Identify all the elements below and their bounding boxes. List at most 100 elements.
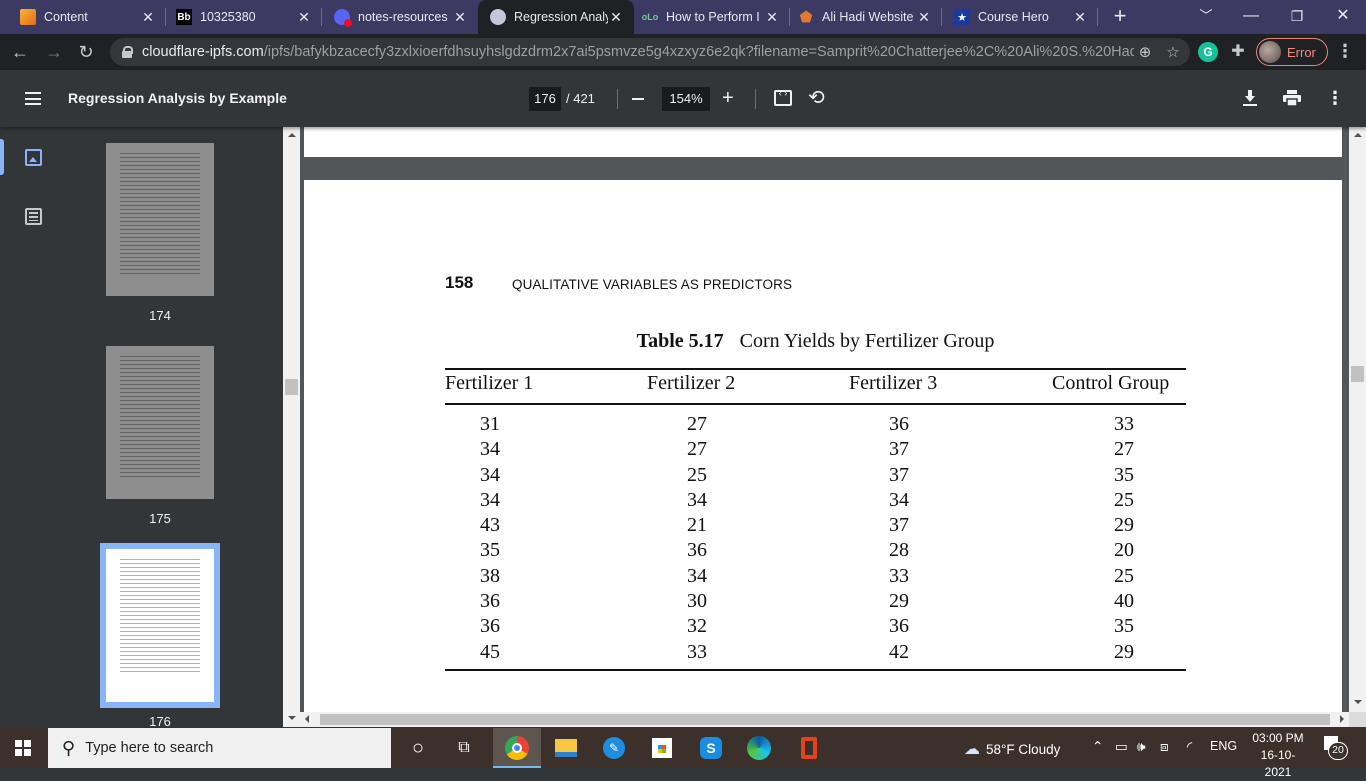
scrollbar-thumb[interactable] bbox=[1351, 366, 1364, 382]
tab-ali-hadi-website[interactable]: ⬟ Ali Hadi Website ✕ bbox=[790, 0, 942, 34]
task-view-icon[interactable]: ⧉ bbox=[450, 734, 478, 762]
close-window-button[interactable]: ✕ bbox=[1320, 0, 1366, 34]
page-thumbnail[interactable] bbox=[106, 143, 214, 296]
weather-text: 58°F Cloudy bbox=[986, 742, 1061, 757]
microsoft-store-icon[interactable] bbox=[648, 734, 676, 762]
profile-button[interactable]: Error bbox=[1256, 38, 1328, 66]
thumbnails-view-icon[interactable] bbox=[25, 149, 42, 166]
tab-regression-analysis[interactable]: Regression Analy ✕ bbox=[478, 0, 634, 34]
tab-course-hero[interactable]: ★ Course Hero ✕ bbox=[942, 0, 1098, 34]
skype-icon[interactable]: S bbox=[697, 734, 725, 762]
clock-time: 03:00 PM bbox=[1252, 731, 1304, 745]
minimize-button[interactable]: — bbox=[1228, 0, 1274, 34]
zoom-out-button[interactable] bbox=[632, 98, 644, 100]
discord-icon bbox=[334, 9, 352, 27]
tab-title: Course Hero bbox=[978, 10, 1049, 24]
scroll-up-arrow[interactable] bbox=[1354, 133, 1362, 137]
page-number-input[interactable]: 176 bbox=[529, 87, 561, 111]
scrollbar-thumb[interactable] bbox=[320, 714, 1330, 725]
pdf-page: 158 QUALITATIVE VARIABLES AS PREDICTORS … bbox=[304, 180, 1342, 712]
volume-icon[interactable]: 🕪 bbox=[1137, 739, 1146, 755]
table-bottom-rule bbox=[445, 669, 1186, 671]
zoom-in-button[interactable]: + bbox=[722, 86, 734, 110]
cortana-icon[interactable]: ○ bbox=[404, 734, 432, 762]
tab-title: notes-resources bbox=[358, 10, 448, 24]
reload-button[interactable]: ↻ bbox=[74, 40, 98, 64]
edge-icon[interactable] bbox=[745, 734, 773, 762]
document-outline-icon[interactable] bbox=[25, 208, 42, 225]
url-text[interactable]: cloudflare-ipfs.com/ipfs/bafykbzacecfy3z… bbox=[142, 44, 1134, 60]
chrome-icon[interactable] bbox=[503, 734, 531, 762]
column-header: Fertilizer 3 bbox=[849, 372, 938, 394]
viewer-horizontal-scrollbar[interactable] bbox=[300, 712, 1349, 727]
show-hidden-icons-icon[interactable]: ⌃ bbox=[1092, 739, 1103, 755]
fit-to-page-icon[interactable] bbox=[774, 88, 792, 106]
page-thumbnail[interactable] bbox=[106, 346, 214, 499]
active-indicator bbox=[0, 139, 4, 175]
tab-blackboard[interactable]: Bb 10325380 ✕ bbox=[166, 0, 322, 34]
rotate-icon[interactable]: ⟲ bbox=[808, 87, 825, 109]
scroll-down-arrow[interactable] bbox=[1354, 700, 1362, 704]
table-caption: Table 5.17 Corn Yields by Fertilizer Grou… bbox=[445, 330, 1186, 353]
more-actions-icon[interactable]: ⋮ bbox=[1326, 88, 1344, 108]
file-explorer-icon[interactable] bbox=[552, 734, 580, 762]
page-number: 158 bbox=[445, 273, 474, 292]
forward-button[interactable]: → bbox=[42, 40, 66, 64]
bookmark-star-icon[interactable]: ☆ bbox=[1162, 43, 1184, 61]
settings-wrench-icon[interactable]: ✎ bbox=[600, 734, 628, 762]
weather-widget[interactable]: ☁ 58°F Cloudy bbox=[964, 739, 1060, 759]
taskbar-search-box[interactable]: ⚲ Type here to search bbox=[48, 728, 391, 768]
zoom-icon[interactable]: ⊕ bbox=[1134, 43, 1156, 61]
meet-now-icon[interactable]: ⧈ bbox=[1160, 739, 1169, 755]
office-icon[interactable] bbox=[795, 734, 823, 762]
tab-content[interactable]: Content ✕ bbox=[0, 0, 166, 34]
battery-icon[interactable]: ▭ bbox=[1115, 739, 1128, 755]
new-tab-button[interactable]: + bbox=[1108, 4, 1132, 28]
wifi-icon[interactable]: ◜ bbox=[1187, 739, 1192, 755]
scroll-left-arrow[interactable] bbox=[305, 715, 309, 723]
action-center-icon[interactable]: 20 bbox=[1322, 736, 1348, 760]
zoom-level-input[interactable]: 154% bbox=[662, 87, 710, 111]
page-thumbnail-selected[interactable] bbox=[100, 543, 220, 708]
close-tab-icon[interactable]: ✕ bbox=[608, 9, 624, 26]
tab-strip: Content ✕ Bb 10325380 ✕ notes-resources … bbox=[0, 0, 1366, 34]
sidebar-scrollbar[interactable] bbox=[283, 127, 300, 727]
print-icon[interactable] bbox=[1283, 90, 1301, 106]
close-tab-icon[interactable]: ✕ bbox=[764, 9, 780, 26]
scroll-right-arrow[interactable] bbox=[1340, 715, 1344, 723]
scroll-up-arrow[interactable] bbox=[288, 133, 296, 137]
language-indicator[interactable]: ENG bbox=[1210, 739, 1237, 753]
thumbnail-label: 176 bbox=[149, 714, 171, 727]
star-badge-icon: ★ bbox=[954, 9, 970, 25]
brand-icon: oLo bbox=[641, 12, 659, 22]
tab-search-dropdown-icon[interactable]: ﹀ bbox=[1183, 0, 1229, 34]
viewer-vertical-scrollbar[interactable] bbox=[1349, 127, 1366, 712]
windows-start-icon[interactable] bbox=[15, 740, 31, 756]
thumbnail-label: 174 bbox=[149, 308, 171, 323]
tab-how-to-perform[interactable]: oLo How to Perform I ✕ bbox=[634, 0, 790, 34]
scrollbar-corner bbox=[1349, 712, 1366, 727]
close-tab-icon[interactable]: ✕ bbox=[916, 9, 932, 26]
profile-status: Error bbox=[1287, 44, 1316, 60]
extensions-puzzle-icon[interactable]: ✚ bbox=[1228, 42, 1248, 62]
address-bar[interactable]: cloudflare-ipfs.com/ipfs/bafykbzacecfy3z… bbox=[110, 38, 1190, 66]
download-icon[interactable] bbox=[1243, 89, 1257, 107]
taskbar: ⚲ Type here to search ○ ⧉ ✎ S ☁ 58°F Clou… bbox=[0, 727, 1366, 779]
close-tab-icon[interactable]: ✕ bbox=[140, 9, 156, 26]
scrollbar-thumb[interactable] bbox=[285, 379, 298, 395]
cloud-icon: ☁ bbox=[964, 741, 980, 758]
browser-menu-icon[interactable]: ⋮ bbox=[1336, 40, 1354, 62]
menu-icon[interactable] bbox=[25, 92, 41, 105]
close-tab-icon[interactable]: ✕ bbox=[452, 9, 468, 26]
tab-notes-resources[interactable]: notes-resources ✕ bbox=[322, 0, 478, 34]
restore-button[interactable]: ❐ bbox=[1274, 0, 1320, 34]
grammarly-icon[interactable]: G bbox=[1198, 42, 1218, 62]
close-tab-icon[interactable]: ✕ bbox=[296, 9, 312, 26]
close-tab-icon[interactable]: ✕ bbox=[1072, 9, 1088, 26]
clock[interactable]: 03:00 PM 16-10-2021 bbox=[1248, 730, 1308, 781]
scroll-down-arrow[interactable] bbox=[288, 716, 296, 720]
running-head: QUALITATIVE VARIABLES AS PREDICTORS bbox=[512, 277, 793, 292]
search-icon: ⚲ bbox=[62, 737, 76, 758]
divider bbox=[617, 89, 618, 109]
back-button[interactable]: ← bbox=[8, 40, 32, 64]
